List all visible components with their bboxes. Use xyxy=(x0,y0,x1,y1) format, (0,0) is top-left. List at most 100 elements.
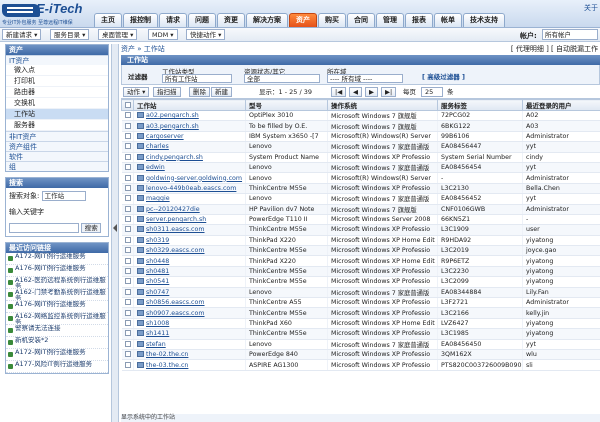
row-checkbox-cell[interactable] xyxy=(121,131,134,143)
breadcrumb-root[interactable]: 资产 xyxy=(121,45,135,53)
sidebar-section-link[interactable]: 资产组件 xyxy=(6,141,108,151)
row-checkbox[interactable] xyxy=(124,236,131,243)
workstation-link[interactable]: charles xyxy=(146,143,169,150)
row-checkbox-cell[interactable] xyxy=(121,255,134,267)
table-row[interactable]: edwin Lenovo Microsoft Windows 7 家庭普通版 EA08… xyxy=(121,162,600,174)
row-checkbox[interactable] xyxy=(124,247,131,254)
table-row[interactable]: sh0329.eascs.com ThinkCentre M55e Microsof… xyxy=(121,245,600,257)
table-row[interactable]: sh0448 ThinkPad X220 Microsoft Windows XP … xyxy=(121,255,600,267)
nav-tab[interactable]: 主页 xyxy=(94,13,122,27)
row-checkbox[interactable] xyxy=(124,132,131,139)
workstation-link[interactable]: a02.pengarch.sh xyxy=(146,112,199,119)
table-cell[interactable]: a03.pengarch.sh xyxy=(133,120,246,132)
row-checkbox-cell[interactable] xyxy=(121,172,134,184)
row-checkbox-cell[interactable] xyxy=(121,141,134,153)
table-row[interactable]: sh0541 ThinkCentre M55e Microsoft Windows … xyxy=(121,276,600,288)
table-row[interactable]: sh1411 ThinkCentre M55e Microsoft Windows … xyxy=(121,328,600,340)
table-row[interactable]: sh0856.eascs.com ThinkCentre A55 Microsoft… xyxy=(121,297,600,309)
recent-link[interactable]: A177-风险IT例行运维服务 xyxy=(6,361,108,373)
row-checkbox[interactable] xyxy=(124,153,131,160)
table-row[interactable]: cindy.pengarch.sh System Product Name Micr… xyxy=(121,152,600,163)
workstation-link[interactable]: sh1008 xyxy=(146,320,169,327)
quick-button[interactable]: 服务目录 ▾ xyxy=(50,29,90,40)
table-cell[interactable]: sh0541 xyxy=(133,276,246,288)
nav-tab[interactable]: 报表 xyxy=(405,13,433,27)
nav-tab[interactable]: 资产 xyxy=(289,13,317,27)
nav-tab[interactable]: 请求 xyxy=(159,13,187,27)
row-checkbox-cell[interactable] xyxy=(121,318,134,330)
breadcrumb-actions[interactable]: [ 代理明细 ] [ 自动脱漏工作 xyxy=(511,44,598,55)
row-checkbox[interactable] xyxy=(124,174,131,181)
workstation-link[interactable]: sh0319 xyxy=(146,237,169,244)
table-cell[interactable]: charles xyxy=(133,141,246,153)
table-row[interactable]: a02.pengarch.sh OptiPlex 3010 Microsoft Wi… xyxy=(121,110,600,122)
sidebar-tree-item[interactable]: 工作站 xyxy=(6,109,108,120)
table-row[interactable]: charles Lenovo Microsoft Windows 7 家庭普通版 EA… xyxy=(121,141,600,153)
workstation-link[interactable]: the-02.the.cn xyxy=(146,351,188,358)
row-checkbox-cell[interactable] xyxy=(121,276,134,288)
page-size-select[interactable]: 25 xyxy=(421,87,443,97)
toolbar-button[interactable]: 删除 xyxy=(189,87,210,97)
row-checkbox[interactable] xyxy=(124,268,131,275)
recent-link[interactable]: A162-门禁考勤系统例行运维服务 xyxy=(6,289,108,301)
row-checkbox-cell[interactable] xyxy=(121,287,134,299)
row-checkbox[interactable] xyxy=(124,216,131,223)
row-checkbox-cell[interactable] xyxy=(121,162,134,174)
row-checkbox[interactable] xyxy=(124,340,131,347)
workstation-link[interactable]: a03.pengarch.sh xyxy=(146,123,199,130)
workstation-link[interactable]: sh0448 xyxy=(146,258,169,265)
table-cell[interactable]: sh0319 xyxy=(133,235,246,247)
workstation-link[interactable]: lenovo-449b0eab.eascs.com xyxy=(146,185,236,192)
workstation-link[interactable]: sh0481 xyxy=(146,268,169,275)
recent-link[interactable]: A176-网IT例行运维服务 xyxy=(6,301,108,313)
table-row[interactable]: sh0319 ThinkPad X220 Microsoft Windows XP … xyxy=(121,235,600,247)
row-checkbox-cell[interactable] xyxy=(121,224,134,236)
nav-tab[interactable]: 技术支持 xyxy=(463,13,505,27)
quick-button[interactable]: 快捷动作 ▾ xyxy=(186,29,226,40)
sidebar-section-link[interactable]: 非IT资产 xyxy=(6,131,108,141)
row-checkbox[interactable] xyxy=(124,205,131,212)
row-checkbox[interactable] xyxy=(124,195,131,202)
table-cell[interactable]: sh1008 xyxy=(133,318,246,330)
search-target-select[interactable]: 工作站 xyxy=(41,191,86,201)
recent-link[interactable]: A172-网IT例行运维服务 xyxy=(6,253,108,265)
row-checkbox[interactable] xyxy=(124,278,131,285)
table-cell[interactable]: the-02.the.cn xyxy=(133,349,246,361)
nav-tab[interactable]: 管理 xyxy=(376,13,404,27)
recent-link[interactable]: 警察请无法连接 xyxy=(6,325,108,337)
workstation-link[interactable]: goldwing-server.goldwing.com xyxy=(146,175,242,182)
row-checkbox[interactable] xyxy=(124,351,131,358)
workstation-link[interactable]: sh0329.eascs.com xyxy=(146,247,205,254)
sidebar-tree-item[interactable]: 交换机 xyxy=(6,98,108,109)
table-cell[interactable]: sh0311.eascs.com xyxy=(133,224,246,236)
table-cell[interactable]: stefan xyxy=(133,339,246,351)
row-checkbox[interactable] xyxy=(124,143,131,150)
row-checkbox[interactable] xyxy=(124,309,131,316)
row-checkbox-cell[interactable] xyxy=(121,307,134,319)
row-checkbox-cell[interactable] xyxy=(121,245,134,257)
table-row[interactable]: the-03.the.cn ASPIRE AG1300 Microsoft Wind… xyxy=(121,359,600,371)
column-header[interactable]: 最近登录的用户 xyxy=(522,99,600,111)
company-logo[interactable]: E-iTech 专业IT外包服务 至尊远程IT维保 xyxy=(2,1,94,27)
column-header[interactable]: 操作系统 xyxy=(327,99,438,111)
recent-link[interactable]: A172-网IT例行运维服务 xyxy=(6,349,108,361)
row-checkbox[interactable] xyxy=(124,288,131,295)
row-checkbox[interactable] xyxy=(124,184,131,191)
row-checkbox[interactable] xyxy=(124,361,131,368)
toolbar-button[interactable]: 新建 xyxy=(211,87,232,97)
row-checkbox-cell[interactable] xyxy=(121,214,134,226)
workstation-link[interactable]: edwin xyxy=(146,164,165,171)
sidebar-section-link[interactable]: 软件 xyxy=(6,151,108,161)
action-menu-button[interactable]: 动作 ▾ xyxy=(123,87,150,97)
workstation-link[interactable]: pc--20120427die xyxy=(146,206,200,213)
row-checkbox-cell[interactable] xyxy=(121,359,134,371)
recent-link[interactable]: A162-医药远程系统例行运维服务 xyxy=(6,277,108,289)
row-checkbox-cell[interactable] xyxy=(121,235,134,247)
row-checkbox-cell[interactable] xyxy=(121,120,134,132)
workstation-link[interactable]: the-03.the.cn xyxy=(146,362,188,369)
table-cell[interactable]: lenovo-449b0eab.eascs.com xyxy=(133,183,246,195)
sidebar-splitter[interactable] xyxy=(111,44,119,422)
table-row[interactable]: goldwing-server.goldwing.com Lenovo Micros… xyxy=(121,172,600,184)
workstation-link[interactable]: maggie xyxy=(146,195,170,202)
column-header[interactable]: 工作站 xyxy=(133,99,246,111)
